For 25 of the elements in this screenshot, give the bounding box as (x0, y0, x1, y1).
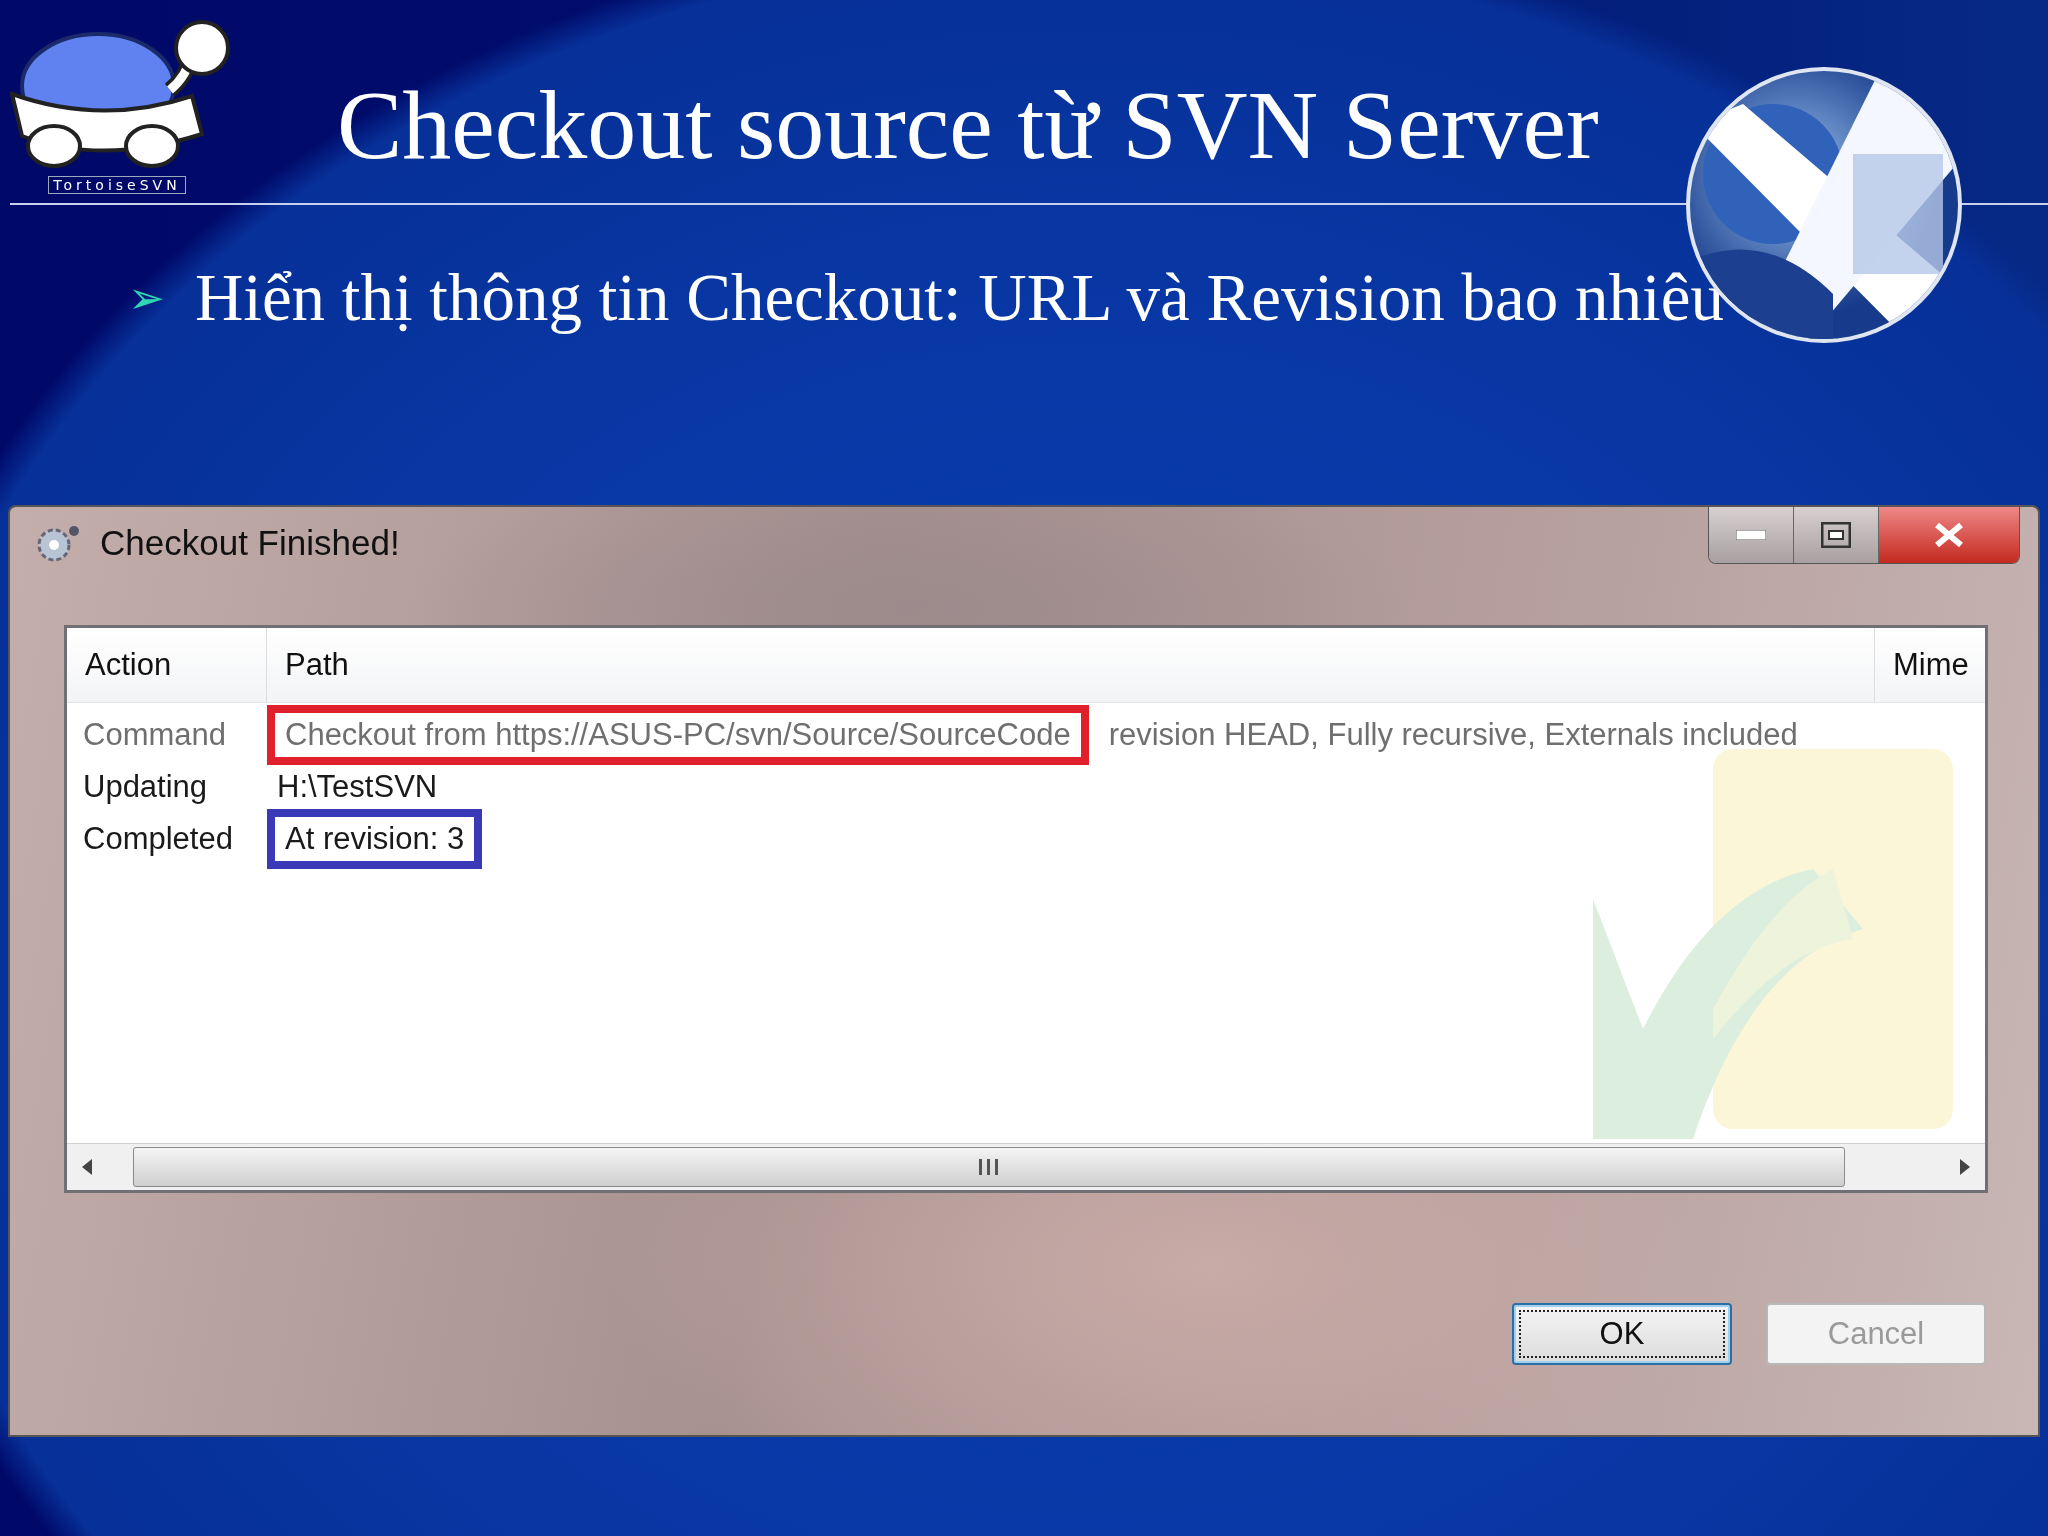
dialog-title: Checkout Finished! (100, 522, 400, 563)
path-cell-text: revision HEAD, Fully recursive, Externals included (1107, 715, 1799, 754)
highlighted-path-text: Checkout from https://ASUS-PC/svn/Source/SourceCode (267, 704, 1089, 765)
action-cell-text: Updating (82, 768, 209, 805)
highlighted-path-text: At revision: 3 (267, 808, 483, 869)
slide-title: Checkout source từ SVN Server (337, 76, 1599, 174)
grip-icon (978, 1158, 1000, 1175)
horizontal-scrollbar[interactable] (67, 1142, 1985, 1190)
column-header[interactable]: Path (267, 627, 1875, 702)
maximize-icon[interactable] (1821, 521, 1851, 548)
close-button[interactable] (1879, 506, 2019, 563)
bullet-arrow: ➢ (128, 273, 165, 323)
column-header[interactable]: Mime (1875, 627, 1985, 702)
scroll-left-icon[interactable] (82, 1158, 92, 1175)
column-header[interactable]: Action (67, 627, 267, 702)
maximize-button[interactable] (1794, 506, 1879, 563)
action-cell-text: Completed (82, 820, 234, 857)
scroll-right-icon[interactable] (1960, 1158, 1970, 1175)
dialog-button[interactable]: OK (1512, 1302, 1732, 1365)
bullet-text: Hiển thị thông tin Checkout: URL và Revision bao nhiêu (194, 261, 1724, 335)
action-cell-text: Command (82, 716, 227, 753)
close-icon[interactable] (1934, 521, 1964, 548)
minimize-button[interactable] (1709, 506, 1794, 563)
logo-caption: TortoiseSVN (48, 176, 186, 194)
path-cell-text: H:\TestSVN (276, 767, 439, 806)
